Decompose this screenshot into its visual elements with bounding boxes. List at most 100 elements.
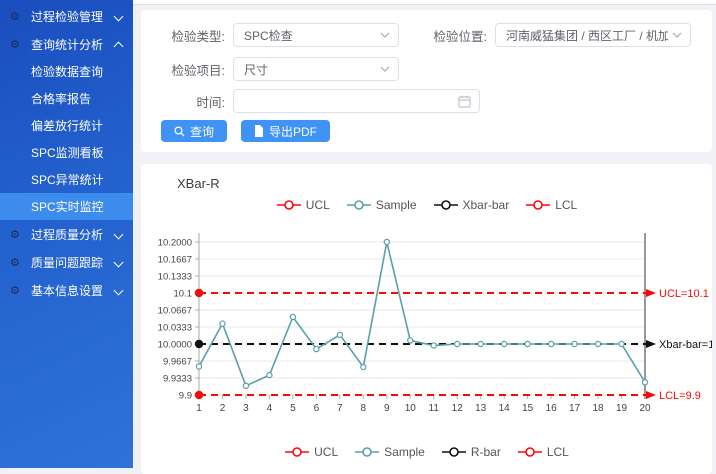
svg-text:10.0333: 10.0333: [158, 323, 192, 334]
chevron-down-icon: [115, 258, 123, 266]
legend-label: Xbar-bar: [463, 198, 510, 212]
sidebar-item-label: SPC异常统计: [31, 171, 104, 188]
sidebar-item-deviation-release-stats[interactable]: 偏差放行统计: [0, 112, 133, 139]
legend-top: UCL Sample Xbar-bar LCL: [141, 198, 712, 212]
svg-text:8: 8: [361, 403, 367, 414]
svg-text:2: 2: [220, 403, 226, 414]
svg-text:13: 13: [475, 403, 487, 414]
svg-text:10.1: 10.1: [174, 289, 193, 300]
svg-text:1: 1: [196, 403, 202, 414]
main-content: 检验类型: SPC检查 检验位置: 河南威猛集团 / 西区工厂 / 机加 检验项…: [133, 0, 716, 468]
svg-text:12: 12: [452, 403, 464, 414]
legend-marker-icon: [517, 447, 543, 457]
search-button[interactable]: 查询: [161, 120, 227, 142]
legend-label: LCL: [555, 198, 577, 212]
sidebar-item-query-statistics[interactable]: ⚙ 查询统计分析: [0, 30, 133, 58]
legend-marker-icon: [525, 200, 551, 210]
inspection-location-value: 河南威猛集团 / 西区工厂 / 机加: [506, 27, 668, 44]
legend-marker-icon: [276, 200, 302, 210]
legend-item-lcl[interactable]: LCL: [525, 198, 577, 212]
svg-text:10.0667: 10.0667: [158, 305, 192, 316]
inspection-item-label: 检验项目:: [161, 60, 225, 79]
calendar-icon[interactable]: [458, 95, 471, 108]
inspection-location-label: 检验位置:: [423, 26, 487, 45]
sidebar-item-basic-info-settings[interactable]: ⚙ 基本信息设置: [0, 276, 133, 304]
svg-text:19: 19: [616, 403, 628, 414]
sidebar-item-label: 质量问题跟踪: [31, 254, 111, 271]
chart-title: XBar-R: [177, 176, 712, 191]
filter-panel: 检验类型: SPC检查 检验位置: 河南威猛集团 / 西区工厂 / 机加 检验项…: [141, 10, 712, 152]
svg-text:9.9333: 9.9333: [163, 374, 192, 385]
sidebar-item-label: 偏差放行统计: [31, 117, 103, 134]
sidebar-item-pass-rate-report[interactable]: 合格率报告: [0, 85, 133, 112]
legend-label: UCL: [306, 198, 330, 212]
legend-item-xbar-bar[interactable]: Xbar-bar: [433, 198, 510, 212]
inspection-item-value: 尺寸: [244, 61, 376, 78]
legend-item-r-bar[interactable]: R-bar: [441, 445, 501, 459]
chevron-down-icon: [115, 230, 123, 238]
export-pdf-button-label: 导出PDF: [269, 123, 317, 140]
top-bar: [133, 0, 716, 5]
svg-text:18: 18: [592, 403, 604, 414]
sidebar-item-quality-issue-tracking[interactable]: ⚙ 质量问题跟踪: [0, 248, 133, 276]
legend-item-lcl[interactable]: LCL: [517, 445, 569, 459]
search-icon: [174, 126, 185, 137]
legend-label: Sample: [384, 445, 425, 459]
legend-item-sample[interactable]: Sample: [354, 445, 425, 459]
legend-item-ucl[interactable]: UCL: [276, 198, 330, 212]
legend-marker-icon: [284, 447, 310, 457]
chevron-down-icon: [115, 12, 123, 20]
sidebar-item-label: 过程检验管理: [31, 8, 111, 25]
svg-text:6: 6: [314, 403, 320, 414]
search-button-label: 查询: [190, 123, 214, 140]
sidebar-item-label: 检验数据查询: [31, 63, 103, 80]
inspection-item-select[interactable]: 尺寸: [233, 57, 399, 81]
svg-text:14: 14: [499, 403, 511, 414]
inspection-type-value: SPC检查: [244, 27, 376, 44]
sidebar-item-spc-anomaly-stats[interactable]: SPC异常统计: [0, 166, 133, 193]
gear-icon: ⚙: [10, 10, 26, 23]
legend-label: R-bar: [471, 445, 501, 459]
legend-label: Sample: [376, 198, 417, 212]
legend-label: UCL: [314, 445, 338, 459]
sidebar-item-process-inspection[interactable]: ⚙ 过程检验管理: [0, 2, 133, 30]
sidebar-item-label: 过程质量分析: [31, 226, 111, 243]
sidebar-item-inspection-data-query[interactable]: 检验数据查询: [0, 58, 133, 85]
svg-text:10.0000: 10.0000: [158, 340, 192, 351]
svg-text:10: 10: [405, 403, 417, 414]
xbar-chart-svg: 10.200010.166710.133310.110.066710.03331…: [151, 222, 712, 418]
sidebar-item-label: 基本信息设置: [31, 282, 111, 299]
xbar-chart: 10.200010.166710.133310.110.066710.03331…: [151, 222, 712, 423]
gear-icon: ⚙: [10, 38, 26, 51]
svg-text:5: 5: [290, 403, 296, 414]
legend-item-sample[interactable]: Sample: [346, 198, 417, 212]
chevron-down-icon: [380, 32, 390, 38]
legend-marker-icon: [433, 200, 459, 210]
time-picker[interactable]: [233, 89, 480, 113]
chevron-down-icon: [380, 66, 390, 72]
legend-item-ucl[interactable]: UCL: [284, 445, 338, 459]
svg-text:9.9667: 9.9667: [163, 356, 192, 367]
svg-text:11: 11: [429, 403, 440, 414]
spc-chart-panel: XBar-R UCL Sample Xbar-bar LCL 10.2000 10…: [141, 164, 712, 474]
sidebar-item-process-quality-analysis[interactable]: ⚙ 过程质量分析: [0, 220, 133, 248]
inspection-type-select[interactable]: SPC检查: [233, 23, 399, 47]
gear-icon: ⚙: [10, 256, 26, 269]
sidebar-item-spc-realtime-monitor[interactable]: SPC实时监控: [0, 193, 133, 220]
svg-text:9.9: 9.9: [179, 391, 192, 402]
sidebar-item-spc-dashboard[interactable]: SPC监测看板: [0, 139, 133, 166]
export-pdf-button[interactable]: 导出PDF: [241, 120, 330, 142]
svg-text:10.1667: 10.1667: [158, 254, 192, 265]
svg-text:20: 20: [639, 403, 651, 414]
svg-text:16: 16: [546, 403, 558, 414]
svg-text:4: 4: [267, 403, 273, 414]
sidebar-item-label: 合格率报告: [31, 90, 91, 107]
sidebar-item-label: SPC实时监控: [31, 198, 104, 215]
svg-text:UCL=10.1: UCL=10.1: [659, 288, 709, 300]
sidebar-item-label: SPC监测看板: [31, 144, 104, 161]
svg-text:10.2000: 10.2000: [158, 238, 192, 249]
time-input[interactable]: [244, 94, 454, 108]
inspection-location-select[interactable]: 河南威猛集团 / 西区工厂 / 机加: [495, 23, 691, 47]
document-icon: [254, 125, 264, 137]
svg-text:7: 7: [337, 403, 343, 414]
